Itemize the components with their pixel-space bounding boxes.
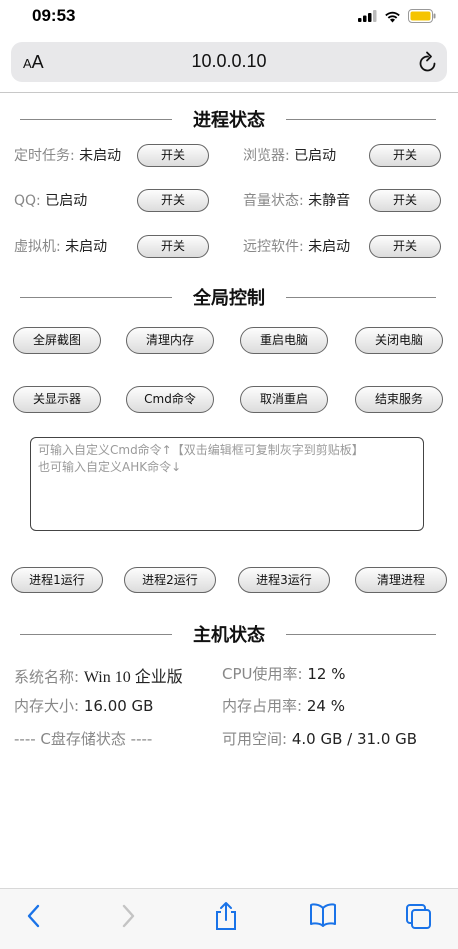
- toggle-browser-button[interactable]: 开关: [369, 144, 441, 167]
- cmd-command-button[interactable]: Cmd命令: [126, 386, 214, 413]
- clear-memory-button[interactable]: 清理内存: [126, 327, 214, 354]
- url-text[interactable]: 10.0.0.10: [11, 51, 447, 72]
- toggle-qq-button[interactable]: 开关: [137, 189, 209, 212]
- toggle-schedule-button[interactable]: 开关: [137, 144, 209, 167]
- clock: 09:53: [32, 6, 76, 25]
- screenshot-button[interactable]: 全屏截图: [13, 327, 101, 354]
- signal-icon: [358, 10, 377, 22]
- clear-process-button[interactable]: 清理进程: [355, 567, 447, 593]
- system-name: 系统名称: Win 10 企业版: [14, 668, 183, 686]
- memory-size: 内存大小: 16.00 GB: [14, 697, 154, 715]
- restart-button[interactable]: 重启电脑: [240, 327, 328, 354]
- status-bar: 09:53: [0, 0, 458, 36]
- command-textarea[interactable]: 可输入自定义Cmd命令↑【双击编辑框可复制灰字到剪贴板】 也可输入自定义AHK命…: [30, 437, 424, 531]
- process-item-qq: QQ: 已启动: [14, 193, 88, 209]
- run-process3-button[interactable]: 进程3运行: [238, 567, 330, 593]
- reload-icon[interactable]: [417, 50, 439, 74]
- command-placeholder-line1: 可输入自定义Cmd命令↑【双击编辑框可复制灰字到剪贴板】: [38, 443, 364, 457]
- cancel-restart-button[interactable]: 取消重启: [240, 386, 328, 413]
- run-process2-button[interactable]: 进程2运行: [124, 567, 216, 593]
- address-bar[interactable]: AA 10.0.0.10: [11, 42, 447, 82]
- disk-section-label: ---- C盘存储状态 ----: [14, 730, 153, 748]
- free-space: 可用空间: 4.0 GB / 31.0 GB: [222, 730, 418, 748]
- toggle-remote-button[interactable]: 开关: [369, 235, 441, 258]
- process-item-schedule: 定时任务: 未启动: [14, 148, 122, 164]
- forward-icon[interactable]: [118, 903, 138, 929]
- process-item-browser: 浏览器: 已启动: [243, 148, 337, 164]
- wifi-icon: [385, 11, 400, 22]
- section-global-control: 全局控制: [0, 284, 458, 310]
- monitor-off-button[interactable]: 关显示器: [13, 386, 101, 413]
- memory-usage: 内存占用率: 24 %: [222, 697, 345, 715]
- process-item-volume: 音量状态: 未静音: [243, 193, 351, 209]
- process-item-remote: 远控软件: 未启动: [243, 239, 351, 255]
- battery-icon: [408, 9, 436, 23]
- run-process1-button[interactable]: 进程1运行: [11, 567, 103, 593]
- command-placeholder-line2: 也可输入自定义AHK命令↓: [38, 460, 182, 474]
- section-process-status: 进程状态: [0, 106, 458, 132]
- stop-service-button[interactable]: 结束服务: [355, 386, 443, 413]
- toggle-volume-button[interactable]: 开关: [369, 189, 441, 212]
- tabs-icon[interactable]: [405, 903, 433, 931]
- cpu-usage: CPU使用率: 12 %: [222, 665, 346, 683]
- share-icon[interactable]: [213, 901, 239, 931]
- shutdown-button[interactable]: 关闭电脑: [355, 327, 443, 354]
- divider: [0, 92, 458, 93]
- browser-toolbar: [0, 888, 458, 949]
- toggle-vm-button[interactable]: 开关: [137, 235, 209, 258]
- back-icon[interactable]: [24, 903, 44, 929]
- process-item-vm: 虚拟机: 未启动: [14, 239, 108, 255]
- section-host-status: 主机状态: [0, 621, 458, 647]
- bookmarks-icon[interactable]: [309, 903, 337, 927]
